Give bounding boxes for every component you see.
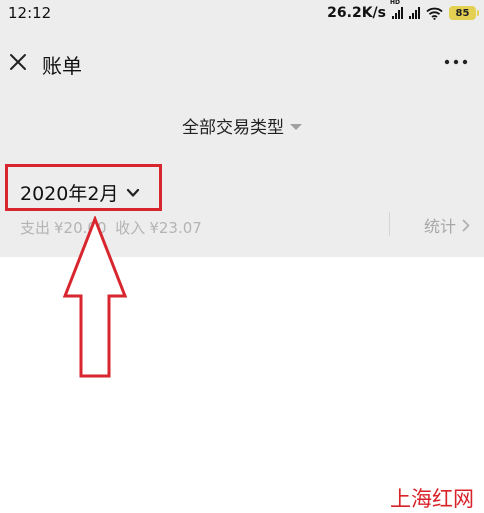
hd-label: HD bbox=[390, 0, 401, 6]
status-time: 12:12 bbox=[8, 4, 52, 22]
expense-label: 支出 bbox=[20, 219, 51, 237]
battery-level: 85 bbox=[455, 7, 470, 19]
filter-label: 全部交易类型 bbox=[182, 117, 284, 138]
status-icons: 26.2K/s HD 85 bbox=[327, 0, 479, 22]
page-title: 账单 bbox=[42, 54, 82, 78]
caret-down-icon bbox=[290, 124, 302, 130]
status-bar: 12:12 26.2K/s HD 85 bbox=[0, 0, 484, 26]
close-icon[interactable] bbox=[6, 50, 30, 74]
chevron-down-icon bbox=[127, 188, 140, 197]
chevron-right-icon bbox=[462, 219, 470, 231]
month-picker[interactable]: 2020年2月 bbox=[20, 179, 140, 206]
stats-label: 统计 bbox=[423, 217, 456, 236]
divider bbox=[389, 212, 390, 236]
battery-icon: 85 bbox=[449, 6, 479, 20]
income-value: ¥23.07 bbox=[149, 219, 202, 237]
transaction-type-filter[interactable]: 全部交易类型 bbox=[0, 112, 484, 138]
month-label: 2020年2月 bbox=[20, 183, 119, 205]
signal-icon bbox=[409, 7, 420, 19]
wifi-icon bbox=[426, 7, 443, 20]
network-speed: 26.2K/s bbox=[327, 5, 386, 21]
more-icon[interactable] bbox=[444, 56, 468, 68]
arrow-up-icon bbox=[62, 216, 128, 378]
title-bar: 账单 bbox=[0, 40, 484, 84]
watermark: 上海红网 bbox=[390, 487, 474, 511]
signal-hd-icon: HD bbox=[390, 0, 403, 19]
stats-link[interactable]: 统计 bbox=[424, 213, 470, 237]
